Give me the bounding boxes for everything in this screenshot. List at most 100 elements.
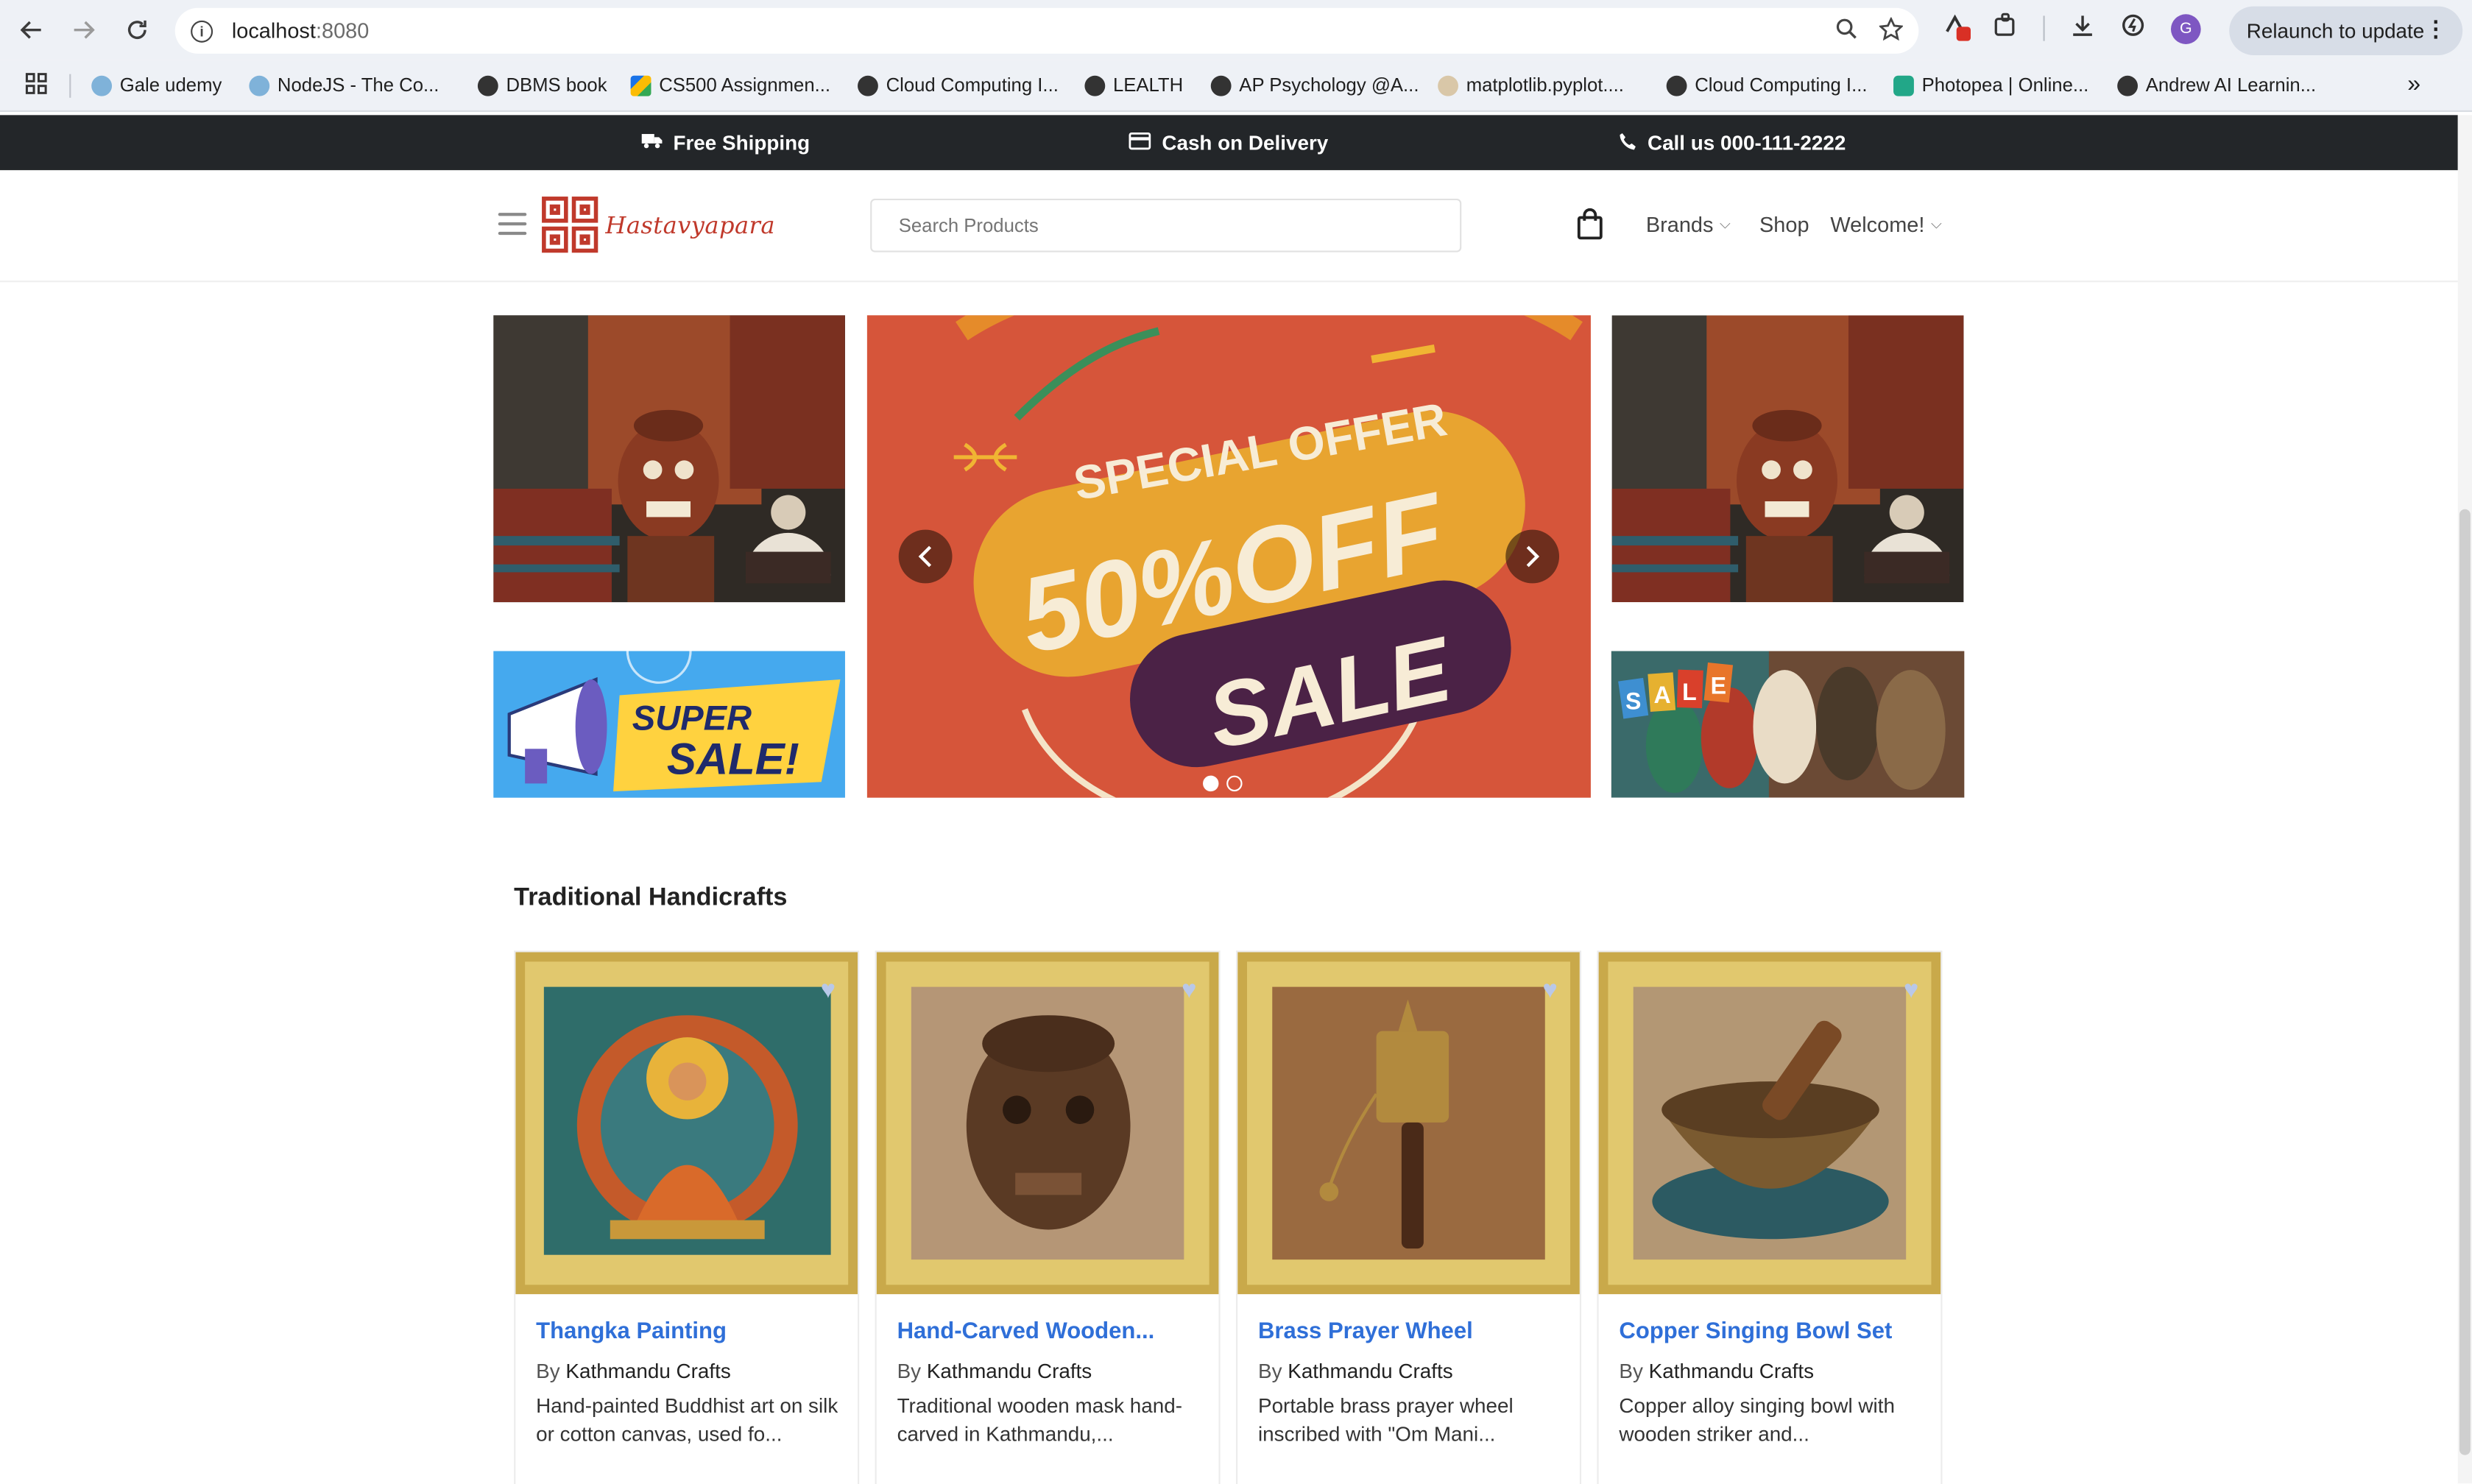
back-icon[interactable] [14,13,49,47]
wishlist-heart-icon[interactable]: ♥ [1904,978,1918,1006]
browser-toolbar: i localhost:8080 G Relaunch to update ⋮ [0,0,2472,60]
gear-favicon-icon [249,74,270,96]
hero-carousel[interactable]: SPECIAL OFFER 50%OFF SALE [866,315,1591,798]
bookmark-item[interactable]: DBMS book [477,74,607,96]
hamburger-menu-icon[interactable] [498,213,527,236]
svg-text:S: S [1625,688,1641,715]
bookmark-star-icon[interactable] [1878,16,1904,46]
extensions-puzzle-icon[interactable] [1993,13,2018,44]
bookmark-item[interactable]: NodeJS - The Co... [249,74,439,96]
globe-favicon-icon [1666,74,1687,96]
reload-icon[interactable] [120,13,155,47]
forward-icon[interactable] [66,13,101,47]
wishlist-heart-icon[interactable]: ♥ [1182,978,1196,1006]
carousel-prev-button[interactable] [898,529,953,584]
product-card[interactable]: ♥ Hand-Carved Wooden... By Kathmandu Cra… [875,950,1221,1484]
download-icon[interactable] [2070,13,2095,44]
chevron-right-icon [1526,545,1540,568]
carousel-dot-2[interactable] [1226,775,1243,792]
bookmark-item[interactable]: Cloud Computing I... [1666,74,1867,96]
welcome-menu[interactable]: Welcome! ⌵ [1830,213,1941,236]
carousel-dot-1[interactable] [1203,775,1219,792]
cash-on-delivery: Cash on Delivery [1129,131,1328,155]
bookmarks-divider [69,74,71,98]
gear-favicon-icon [91,74,113,96]
bookmark-item[interactable]: Photopea | Online... [1893,74,2088,96]
promo-banner-super-sale[interactable]: SUPER SALE! [493,651,845,798]
zoom-icon[interactable] [1835,18,1857,46]
extension-alert-icon[interactable] [1942,13,1971,44]
photopea-favicon-icon [1893,74,1914,96]
svg-text:SUPER: SUPER [632,699,752,738]
call-us: Call us 000-111-2222 [1619,131,1846,155]
credit-card-icon [1129,131,1151,154]
apps-grid-icon[interactable] [25,73,47,95]
singing-bowl-image [1598,952,1941,1295]
bookmark-item[interactable]: Andrew AI Learnin... [2117,74,2316,96]
drive-favicon-icon [630,74,651,96]
product-seller: By Kathmandu Crafts [1619,1359,1815,1383]
product-card[interactable]: ♥ Thangka Painting By Kathmandu Crafts H… [514,950,860,1484]
bookmark-item[interactable]: matplotlib.pyplot.... [1438,74,1624,96]
product-description: Copper alloy singing bowl with wooden st… [1619,1393,1895,1446]
address-bar[interactable]: i localhost:8080 [174,7,1919,54]
product-seller: By Kathmandu Crafts [897,1359,1092,1383]
shopping-bag-icon[interactable] [1577,208,1603,240]
masks-sale-tags-image: S A L E [1611,651,1965,798]
product-title[interactable]: Brass Prayer Wheel [1258,1320,1566,1345]
svg-text:A: A [1654,682,1671,708]
promo-banner-handicrafts-left[interactable] [493,315,845,603]
site-info-icon[interactable]: i [191,19,213,42]
special-offer-slide-image: SPECIAL OFFER 50%OFF SALE [866,315,1591,798]
chevron-left-icon [918,545,932,568]
relaunch-button[interactable]: Relaunch to update ⋮ [2229,6,2463,55]
menu-dots-icon[interactable]: ⋮ [2425,15,2447,42]
product-title[interactable]: Copper Singing Bowl Set [1619,1320,1927,1345]
search-input[interactable] [870,198,1462,252]
wooden-mask-image [876,952,1219,1295]
site-header: Hastavyapara Brands⌵ Shop Welcome!⌵ [0,170,2458,283]
bookmark-item[interactable]: LEALTH [1084,74,1183,96]
knot-logo-icon [542,197,598,253]
brand-logo[interactable]: Hastavyapara [541,196,775,254]
globe-favicon-icon [1210,74,1232,96]
bookmark-item[interactable]: AP Psychology @A... [1210,74,1419,96]
bookmark-item[interactable]: Gale udemy [91,74,222,96]
toolbar-divider [2043,15,2045,41]
megaphone-super-sale-image: SUPER SALE! [493,651,845,798]
profile-avatar[interactable]: G [2170,13,2201,43]
page-scrollbar[interactable] [2457,115,2472,1484]
handicraft-display-image [1611,315,1964,603]
chevron-down-icon: ⌵ [1720,216,1731,232]
promo-banner-mask-sale[interactable]: S A L E [1611,651,1965,798]
svg-text:E: E [1711,672,1726,699]
brands-menu[interactable]: Brands ⌵ [1646,213,1731,236]
product-description: Portable brass prayer wheel inscribed wi… [1257,1393,1514,1446]
bookmark-item[interactable]: CS500 Assignmen... [630,74,830,96]
promo-banner-handicrafts-right[interactable] [1611,315,1965,603]
carousel-next-button[interactable] [1505,529,1560,584]
globe-favicon-icon [1084,74,1106,96]
truck-icon [641,132,663,154]
product-title[interactable]: Thangka Painting [536,1320,844,1345]
scrollbar-thumb[interactable] [2459,509,2471,1455]
matplotlib-favicon-icon [1438,74,1458,96]
bookmarks-bar: Gale udemy NodeJS - The Co... DBMS book … [0,60,2472,113]
carousel-indicators [1203,775,1243,792]
wishlist-heart-icon[interactable]: ♥ [1543,978,1558,1006]
performance-icon[interactable] [2120,13,2145,44]
brand-name: Hastavyapara [605,210,775,239]
product-card[interactable]: ♥ Brass Prayer Wheel By Kathmandu Crafts… [1236,950,1582,1484]
wishlist-heart-icon[interactable]: ♥ [821,978,836,1006]
shop-link[interactable]: Shop [1759,213,1809,236]
product-card[interactable]: ♥ Copper Singing Bowl Set By Kathmandu C… [1597,950,1943,1484]
bookmark-item[interactable]: Cloud Computing I... [858,74,1059,96]
product-seller: By Kathmandu Crafts [536,1359,731,1383]
url-text: localhost:8080 [231,18,370,43]
globe-favicon-icon [858,74,878,96]
chevron-down-icon: ⌵ [1930,216,1942,232]
product-title[interactable]: Hand-Carved Wooden... [897,1320,1205,1345]
more-bookmarks-icon[interactable]: » [2407,71,2420,97]
section-title: Traditional Handicrafts [514,884,788,911]
svg-text:L: L [1682,679,1697,705]
